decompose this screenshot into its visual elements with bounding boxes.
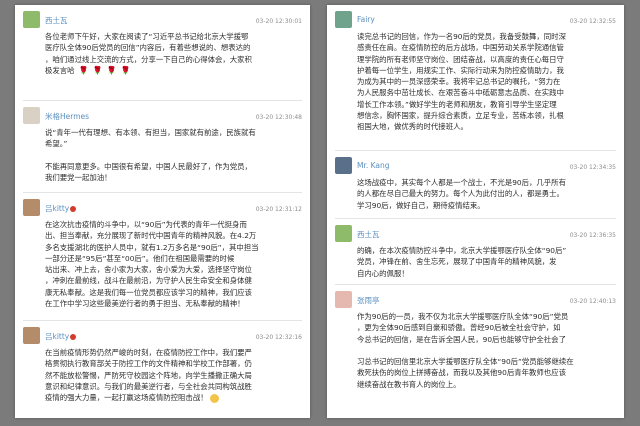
comment-divider: [23, 320, 302, 321]
comment-text-line: 增长工作本领。”做好学生的老师和朋友，教育引导学生坚定理: [357, 99, 557, 109]
comment-text-line: 多名支援湖北的医护人员中，就有1.2万多名是“90后”，其中担当: [45, 242, 259, 252]
comment-text-line: 习总书记的回信里北京大学援鄂医疗队全体“90后”党员能够继续在: [357, 357, 574, 367]
comment-text-line: 为人民服务中茁壮成长、在艰苦奋斗中砥砺意志品质、在实践中: [357, 88, 564, 98]
comment-divider: [23, 192, 302, 193]
rose-icon: 🌹: [92, 65, 103, 75]
comment-text-line: 党员，冲锋在前、舍生忘死，展现了中国青年的精神风貌，发: [357, 257, 557, 267]
avatar[interactable]: [23, 199, 40, 216]
comment-text-line: 医疗队全体90后党员的回信”内容后，有着些想说的、想表达的: [45, 43, 251, 53]
left-comment-panel: 西土瓦 03-20 12:30:01 各位老师下午好，大家在阅读了“习近平总书记给北…: [15, 5, 310, 418]
comment-text-line: 理学院的所有老师坚守岗位、团结奋战，以高度的责任心每日守: [357, 54, 564, 64]
avatar[interactable]: [335, 225, 352, 242]
comment-text-line: 在当前疫情形势仍然严峻的时刻，在疫情防控工作中，我们要严: [45, 348, 252, 357]
avatar[interactable]: [335, 157, 352, 174]
comment-text-line: 的确，在本次疫情防控斗争中，北京大学援鄂医疗队全体“90后”: [357, 246, 567, 255]
comment-text-line: 不能再同意更多。中国很有希望，中国人民最好了，作为党员，: [45, 161, 252, 171]
rose-icon: 🌹: [106, 65, 117, 75]
comment-text-line: 我们要党一起加油！: [45, 173, 112, 183]
comment-text-line: 的人都在尽自己最大的努力。每个人为此付出的人，都是勇士。: [357, 189, 564, 199]
comment-timestamp: 03-20 12:34:35: [569, 164, 616, 171]
smile-emoji-icon: [209, 393, 219, 403]
comment-text-line: 这场战疫中，其实每个人都是一个战士，不光是90后，几乎所有: [357, 178, 566, 187]
comment-divider: [335, 284, 616, 285]
comment-timestamp: 03-20 12:40:13: [569, 298, 616, 305]
username-label: 西土瓦: [45, 16, 68, 25]
comment-divider: [335, 150, 616, 151]
comment-text-line: 今总书记的回信，是在告诉全国人民，90后也能够守护全社会了: [357, 334, 566, 344]
comment-text-line: [45, 150, 302, 161]
comment-timestamp: 03-20 12:32:16: [255, 334, 302, 341]
comment-text-line: 各位老师下午好，大家在阅读了“习近平总书记给北京大学援鄂: [45, 32, 249, 41]
comment-text-line: 出、担当奉献，充分展现了新时代中国青年的精神风貌。在4.2万: [45, 231, 257, 241]
party-badge-icon: [70, 334, 77, 340]
comment-username[interactable]: 张雨亭: [357, 295, 380, 306]
comment-timestamp: 03-20 12:32:55: [569, 18, 616, 25]
comment-text-line: 学习90后，做好自己，期待疫情结束。: [357, 200, 485, 210]
comment-body: 读完总书记的回信，作为一名90后的党员，我备受鼓舞，同时深 感责任在肩。在疫情防控…: [357, 31, 616, 133]
comment-username[interactable]: Fairy: [357, 15, 375, 24]
comment-timestamp: 03-20 12:31:12: [255, 206, 302, 213]
username-label: 张雨亭: [357, 296, 380, 305]
comment-text-line: 护着每一位学生，用规实工作、实际行动来为防控疫情助力，我: [357, 65, 564, 75]
comment-text-line: 为成为其中的一员深感荣幸。我将牢记总书记的嘱托，“努力在: [357, 77, 561, 87]
avatar[interactable]: [23, 107, 40, 124]
comment-timestamp: 03-20 12:36:35: [569, 232, 616, 239]
comment-text-line: 极发言哈 🌹 🌹 🌹 🌹: [45, 65, 131, 75]
avatar[interactable]: [335, 11, 352, 28]
username-label: 西土瓦: [357, 230, 380, 239]
comment-text-line: 作为90后的一员，我不仅为北京大学援鄂医疗队全体“90后”党员: [357, 312, 569, 321]
comment-text-line: ，冲刺在最前线，战斗在最前沿，为守护人民生命安全和身体健: [45, 276, 252, 286]
comment-text-line: 在这次抗击疫情的斗争中，以“90后”为代表的青年一代挺身而: [45, 220, 247, 229]
comment-text-line: 读完总书记的回信，作为一名90后的党员，我备受鼓舞，同时深: [357, 32, 566, 41]
username-label: Fairy: [357, 15, 375, 24]
comment-text-line: 救死扶伤的岗位上拼搏奋战，而我以及其他90后青年教师也应该: [357, 368, 566, 378]
comment-text-line: 祖国大地，做优秀的时代接班人。: [357, 122, 468, 132]
right-comment-panel: Fairy 03-20 12:32:55 读完总书记的回信，作为一名90后的党员，我…: [327, 5, 624, 418]
comment-body: 的确，在本次疫情防控斗争中，北京大学援鄂医疗队全体“90后” 党员，冲锋在前、舍生…: [357, 245, 616, 279]
comment-text-line: ，咱们通过线上交流的方式，分享一下自己的心得体会，大家积: [45, 54, 252, 64]
comment-text-line: 然不能放松警惕，严防死守校园这个阵地，向学生播撒正确大局: [45, 370, 252, 380]
comment-body: 这场战疫中，其实每个人都是一个战士，不光是90后，几乎所有 的人都在尽自己最大的努…: [357, 177, 616, 211]
comment-body: 各位老师下午好，大家在阅读了“习近平总书记给北京大学援鄂 医疗队全体90后党员的回…: [45, 31, 302, 76]
comment-text-line: 希望。”: [45, 139, 68, 149]
party-badge-icon: [70, 206, 77, 212]
comment-body: 说“青年一代有理想、有本领、有担当，国家就有前途，民族就有 希望。” 不能再同意更…: [45, 127, 302, 183]
comment-text-line: 一部分还是“95后”甚至“00后”。他们在祖国最需要的时候: [45, 253, 235, 263]
username-label: 吕kitty: [45, 332, 70, 341]
avatar[interactable]: [23, 11, 40, 28]
comment-text-line: 感责任在肩。在疫情防控的后方战场，中国劳动关系学院通信管: [357, 43, 564, 53]
username-label: 吕kitty: [45, 204, 70, 213]
comment-text-line: 疫情的强大力量，一起打赢这场疫情防控阻击战！: [45, 392, 302, 403]
comment-text-line: 自内心的佩服！: [357, 268, 409, 278]
comment-username[interactable]: 西土瓦: [357, 229, 380, 240]
comment-text-line: 想信念，胸怀国家，提升综合素质，立足专业，苦练本领，扎根: [357, 111, 564, 121]
comment-text-line: 站出来、冲上去，舍小家为大家，舍小爱为大爱，选择坚守岗位: [45, 265, 252, 275]
comment-body: 作为90后的一员，我不仅为北京大学援鄂医疗队全体“90后”党员 ，更为全体90后感…: [357, 311, 616, 390]
comment-divider: [335, 218, 616, 219]
comment-text-line: [357, 345, 616, 356]
username-label: 米格Hermes: [45, 112, 90, 121]
comment-username[interactable]: 吕kitty: [45, 203, 77, 214]
comment-divider: [23, 100, 302, 101]
comment-text-line: 康无私奉献。这是我们每一位党员都应该学习的精神，我们应该: [45, 287, 252, 297]
comment-body: 在当前疫情形势仍然严峻的时刻，在疫情防控工作中，我们要严 格贯彻执行教育部关于防控…: [45, 347, 302, 403]
comment-text-line: 继续奋战在教书育人的岗位上。: [357, 379, 461, 389]
comment-username[interactable]: Mr. Kang: [357, 161, 390, 170]
comment-timestamp: 03-20 12:30:01: [255, 18, 302, 25]
comment-text-line: 在工作中学习这些最美逆行者的勇于担当、无私奉献的精神！: [45, 299, 245, 309]
comment-text-line: 说“青年一代有理想、有本领、有担当，国家就有前途，民族就有: [45, 128, 256, 137]
comment-text-line: 格贯彻执行教育部关于防控工作的文件精神和学校工作部署，仍: [45, 359, 252, 369]
comment-text-line: ，更为全体90后感到自豪和骄傲。曾经90后被全社会守护，如: [357, 323, 561, 333]
avatar[interactable]: [23, 327, 40, 344]
comment-username[interactable]: 西土瓦: [45, 15, 68, 26]
comment-body: 在这次抗击疫情的斗争中，以“90后”为代表的青年一代挺身而出、担当奉献，充分展现…: [45, 219, 302, 309]
rose-icon: 🌹: [78, 65, 89, 75]
comment-username[interactable]: 米格Hermes: [45, 111, 89, 122]
comment-timestamp: 03-20 12:30:48: [255, 114, 302, 121]
avatar[interactable]: [335, 291, 352, 308]
comment-text-line: 意识和纪律意识。与我们的最美逆行者，与全社会共同构筑战胜: [45, 381, 252, 391]
rose-icon: 🌹: [120, 65, 131, 75]
username-label: Mr. Kang: [357, 161, 390, 170]
comment-username[interactable]: 吕kitty: [45, 331, 77, 342]
